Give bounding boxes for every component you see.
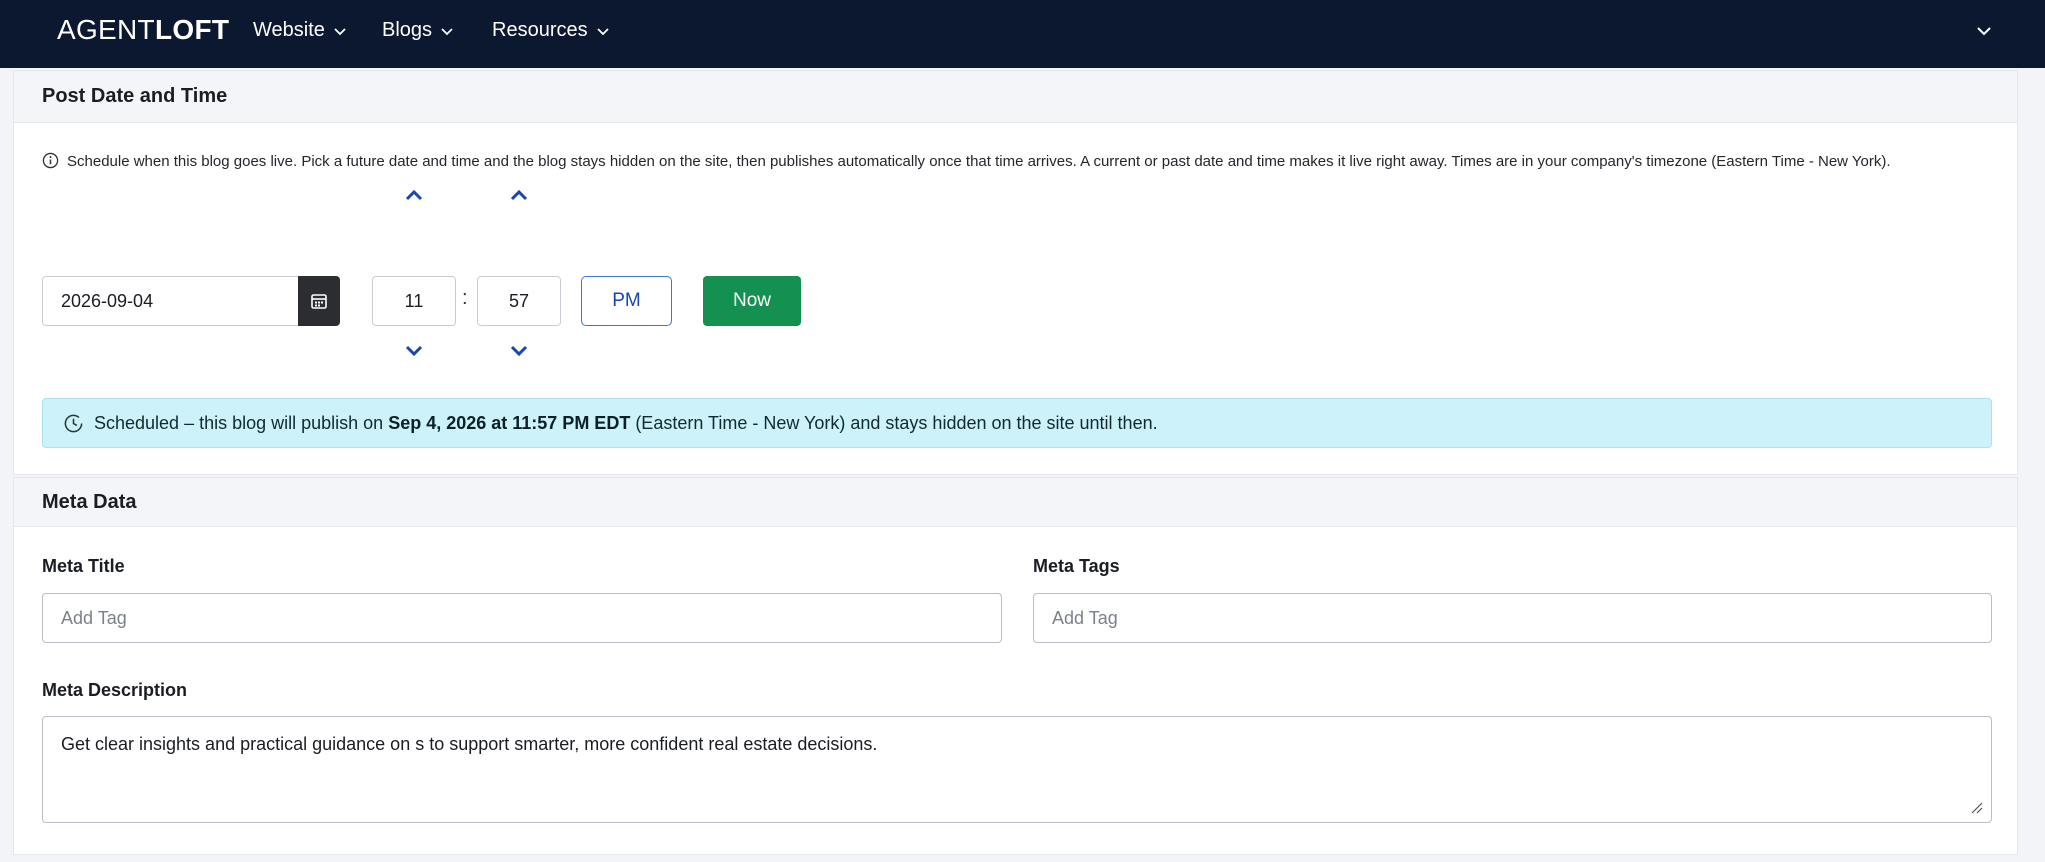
date-picker [42,276,340,326]
am-pm-toggle-button[interactable]: PM [581,276,672,326]
meta-data-panel: Meta Data Meta Title Meta Tags Meta Desc… [13,477,2018,855]
alert-prefix: Scheduled – this blog will publish on [94,412,389,433]
info-icon [42,152,59,169]
chevron-up-icon[interactable] [507,187,531,203]
chevron-down-icon[interactable] [507,343,531,359]
meta-title-label: Meta Title [42,556,125,576]
chevron-down-icon [596,27,609,35]
chevron-up-icon[interactable] [402,187,426,203]
alert-suffix: (Eastern Time - New York) and stays hidd… [630,412,1158,433]
info-text: Schedule when this blog goes live. Pick … [67,153,1891,170]
nav-item-website[interactable]: Website [253,19,347,42]
meta-title-input[interactable] [42,593,1002,643]
calendar-icon [311,294,327,309]
meta-tags-input[interactable] [1033,593,1992,643]
panel-heading: Post Date and Time [14,71,2017,123]
chevron-down-icon[interactable] [402,343,426,359]
chevron-down-icon [441,27,453,35]
nav-item-label: Blogs [382,19,433,41]
nav-item-label: Website [253,19,325,41]
nav-item-label: Resources [492,19,588,41]
meta-tags-label: Meta Tags [1033,556,1120,576]
calendar-button[interactable] [298,276,340,326]
alert-datetime: Sep 4, 2026 at 11:57 PM EDT [388,412,631,433]
nav-item-resources[interactable]: Resources [492,19,610,42]
account-menu-chevron-icon[interactable] [1973,20,1995,42]
meta-description-value: Get clear insights and practical guidanc… [61,734,878,754]
post-date-time-panel: Post Date and Time Schedule when this bl… [13,70,2018,475]
schedule-info-text: Schedule when this blog goes live. Pick … [42,150,1992,174]
panel-title: Post Date and Time [42,85,228,107]
minute-input[interactable] [477,276,561,326]
brand-logo-bold: LOFT [154,14,230,45]
hour-spinner [372,181,456,431]
minute-spinner [477,181,561,431]
nav-item-blogs[interactable]: Blogs [382,19,454,42]
now-button[interactable]: Now [703,276,801,326]
brand-logo[interactable]: AGENTLOFT [57,14,229,46]
chevron-down-icon [334,27,346,35]
date-input[interactable] [42,276,298,326]
meta-description-label: Meta Description [42,680,188,700]
top-navbar: AGENTLOFT Website Blogs Resources [0,0,2045,68]
panel-title: Meta Data [42,490,137,513]
time-separator: : [462,287,468,309]
alert-text: Scheduled – this blog will publish on Se… [94,413,1158,434]
meta-description-textarea[interactable]: Get clear insights and practical guidanc… [42,716,1992,823]
hour-input[interactable] [372,276,456,326]
schedule-status-alert: Scheduled – this blog will publish on Se… [42,398,1992,448]
resize-grip-icon[interactable] [1969,800,1983,814]
brand-logo-light: AGENT [57,14,155,45]
clock-icon [64,414,83,432]
panel-heading: Meta Data [14,478,2017,527]
